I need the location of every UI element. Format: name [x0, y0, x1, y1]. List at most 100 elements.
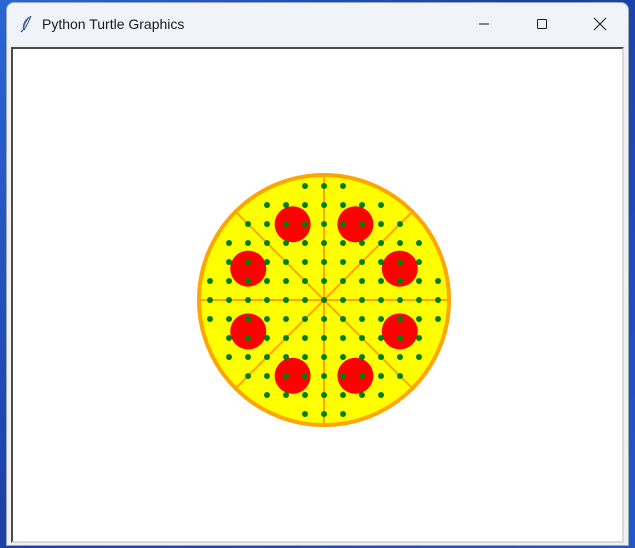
- herb-dot: [340, 411, 346, 417]
- herb-dot: [245, 221, 251, 227]
- herb-dot: [264, 297, 270, 303]
- herb-dot: [340, 259, 346, 265]
- herb-dot: [359, 373, 365, 379]
- herb-dot: [416, 354, 422, 360]
- pizza-drawing: [197, 173, 451, 427]
- herb-dot: [302, 240, 308, 246]
- herb-dot: [226, 297, 232, 303]
- herb-dot: [340, 278, 346, 284]
- herb-dot: [264, 259, 270, 265]
- herb-dot: [321, 259, 327, 265]
- title-bar[interactable]: Python Turtle Graphics: [7, 3, 628, 45]
- close-button[interactable]: [571, 3, 628, 45]
- herb-dot: [359, 202, 365, 208]
- herb-dot: [245, 259, 251, 265]
- herb-dot: [435, 297, 441, 303]
- herb-dot: [302, 202, 308, 208]
- herb-dot: [416, 335, 422, 341]
- herb-dot: [283, 278, 289, 284]
- herb-dot: [397, 335, 403, 341]
- minimize-icon: [479, 23, 489, 25]
- herb-dot: [321, 183, 327, 189]
- herb-dot: [416, 297, 422, 303]
- herb-dot: [340, 335, 346, 341]
- herb-dot: [321, 240, 327, 246]
- herb-dot: [378, 278, 384, 284]
- herb-dot: [359, 392, 365, 398]
- herb-dot: [245, 354, 251, 360]
- herb-dot: [359, 335, 365, 341]
- herb-dot: [416, 259, 422, 265]
- herb-dot: [359, 221, 365, 227]
- turtle-canvas-frame: [11, 47, 624, 543]
- herb-dot: [321, 316, 327, 322]
- herb-dot: [264, 221, 270, 227]
- herb-dot: [302, 392, 308, 398]
- turtle-window: Python Turtle Graphics: [6, 2, 629, 546]
- herb-dot: [359, 297, 365, 303]
- herb-dot: [302, 297, 308, 303]
- herb-dot: [226, 259, 232, 265]
- herb-dot: [359, 278, 365, 284]
- herb-dot: [397, 373, 403, 379]
- maximize-button[interactable]: [513, 3, 571, 45]
- herb-dot: [264, 240, 270, 246]
- herb-dot: [397, 278, 403, 284]
- turtle-canvas[interactable]: [13, 49, 622, 541]
- close-icon: [593, 17, 607, 31]
- herb-dot: [378, 316, 384, 322]
- herb-dot: [321, 202, 327, 208]
- herb-dot: [226, 278, 232, 284]
- herb-dot: [378, 297, 384, 303]
- herb-dot: [397, 221, 403, 227]
- herb-dot: [264, 335, 270, 341]
- herb-dot: [245, 316, 251, 322]
- herb-dot: [397, 316, 403, 322]
- maximize-icon: [537, 19, 547, 29]
- herb-dot: [359, 354, 365, 360]
- herb-dot: [283, 297, 289, 303]
- herb-dot: [340, 202, 346, 208]
- herb-dot: [340, 183, 346, 189]
- herb-dot: [321, 278, 327, 284]
- herb-dot: [207, 297, 213, 303]
- herb-dot: [340, 354, 346, 360]
- herb-dot: [302, 221, 308, 227]
- herb-dot: [245, 278, 251, 284]
- herb-dot: [264, 373, 270, 379]
- herb-dot: [378, 240, 384, 246]
- herb-dot: [302, 335, 308, 341]
- herb-dot: [207, 316, 213, 322]
- herb-dot: [359, 240, 365, 246]
- herb-dot: [264, 354, 270, 360]
- feather-icon: [20, 15, 32, 33]
- herb-dot: [207, 278, 213, 284]
- herb-dot: [264, 316, 270, 322]
- herb-dot: [378, 202, 384, 208]
- herb-dot: [302, 278, 308, 284]
- herb-dot: [226, 335, 232, 341]
- herb-dot: [283, 202, 289, 208]
- herb-dot: [245, 373, 251, 379]
- herb-dot: [283, 221, 289, 227]
- herb-dot: [378, 335, 384, 341]
- herb-dot: [359, 259, 365, 265]
- herb-dot: [378, 221, 384, 227]
- herb-dot: [435, 316, 441, 322]
- herb-dot: [283, 354, 289, 360]
- herb-dot: [378, 259, 384, 265]
- herb-dot: [378, 354, 384, 360]
- herb-dot: [302, 316, 308, 322]
- herb-dot: [264, 392, 270, 398]
- herb-dot: [302, 411, 308, 417]
- herb-dot: [416, 240, 422, 246]
- herb-dot: [283, 259, 289, 265]
- window-title: Python Turtle Graphics: [42, 16, 185, 32]
- herb-dot: [245, 335, 251, 341]
- herb-dot: [321, 297, 327, 303]
- herb-dot: [264, 278, 270, 284]
- herb-dot: [245, 240, 251, 246]
- herb-dot: [226, 240, 232, 246]
- minimize-button[interactable]: [455, 3, 513, 45]
- herb-dot: [416, 278, 422, 284]
